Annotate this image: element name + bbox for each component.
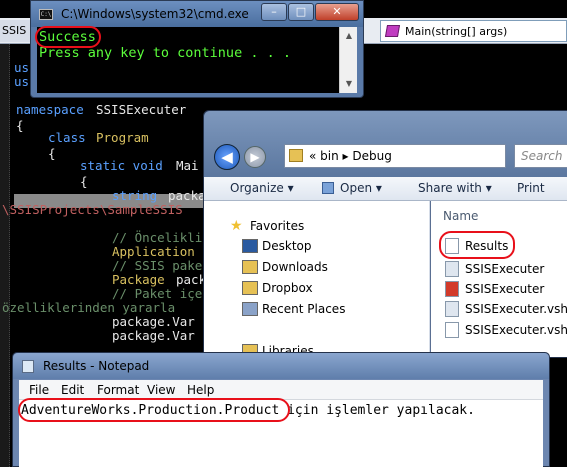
nav-item-label: Downloads — [262, 260, 328, 274]
navigation-pane: ★ Favorites Desktop Downloads Dropbox Recent … — [204, 201, 430, 358]
file-icon — [445, 281, 459, 297]
nav-item-favorites[interactable]: ★ Favorites — [230, 219, 305, 233]
nav-item-dropbox[interactable]: Dropbox — [242, 281, 313, 295]
console-icon: C:\ — [39, 9, 53, 20]
code-token: Mai — [176, 158, 199, 173]
explorer-window: ◀ ▶ « bin ▸ Debug Search D Organize ▾ Op… — [203, 110, 567, 358]
file-icon — [445, 322, 459, 338]
code-token: package.Var — [112, 328, 195, 343]
star-icon: ★ — [230, 218, 243, 234]
menu-format[interactable]: Format — [97, 383, 139, 397]
file-item[interactable]: SSISExecuter — [445, 281, 545, 297]
close-button[interactable]: ✕ — [315, 3, 359, 21]
file-icon — [445, 261, 459, 277]
code-token: { — [80, 174, 88, 189]
editor-gutter — [0, 44, 10, 467]
address-path-text: « bin ▸ Debug — [309, 149, 392, 163]
nav-item-label: Dropbox — [262, 281, 313, 295]
file-item[interactable]: SSISExecuter — [445, 261, 545, 277]
content-highlight-ring — [18, 398, 290, 422]
back-arrow-icon[interactable]: ◀ — [214, 144, 240, 170]
nav-item-recent-places[interactable]: Recent Places — [242, 302, 346, 316]
success-highlight-ring — [35, 26, 101, 48]
nav-item-label: Recent Places — [262, 302, 346, 316]
organize-button[interactable]: Organize ▾ — [230, 181, 294, 195]
forward-arrow-icon[interactable]: ▶ — [244, 146, 266, 168]
folder-icon — [242, 281, 258, 295]
code-token: { — [16, 118, 24, 133]
notepad-title: Results - Notepad — [43, 359, 150, 373]
open-button[interactable]: Open ▾ — [322, 181, 382, 195]
method-dropdown-label: Main(string[] args) — [405, 25, 508, 38]
nav-item-desktop[interactable]: Desktop — [242, 239, 312, 253]
desktop-icon — [242, 239, 258, 253]
code-token: { — [48, 146, 56, 161]
nav-item-label: Desktop — [262, 239, 312, 253]
maximize-button[interactable]: □ — [288, 3, 314, 21]
file-label: SSISExecuter — [465, 262, 545, 276]
minimize-button[interactable]: – — [261, 3, 287, 21]
nav-item-label: Favorites — [250, 219, 305, 233]
menu-file[interactable]: File — [29, 383, 49, 397]
code-token: us — [14, 74, 30, 89]
print-button[interactable]: Print — [517, 181, 545, 195]
method-icon — [384, 25, 401, 37]
scroll-down-icon[interactable]: ▼ — [343, 79, 355, 89]
file-item[interactable]: SSISExecuter.vshost — [445, 322, 567, 338]
nav-item-downloads[interactable]: Downloads — [242, 260, 328, 274]
code-token: \SSISProjects\SampleSSIS — [2, 202, 183, 217]
file-item[interactable]: SSISExecuter.vshost — [445, 301, 567, 317]
folder-icon — [242, 260, 258, 274]
cmd-title-bar[interactable]: C:\ C:\Windows\system32\cmd.exe – □ ✕ — [31, 1, 363, 27]
scroll-up-icon[interactable]: ▲ — [343, 31, 355, 41]
notepad-title-bar[interactable]: Results - Notepad — [13, 353, 549, 379]
menu-help[interactable]: Help — [187, 383, 214, 397]
file-list: Name Results SSISExecuter SSISExecuter SSIS… — [431, 201, 567, 357]
file-label: SSISExecuter.vshost — [465, 302, 567, 316]
code-token: SSISExecuter — [96, 102, 187, 117]
folder-icon — [289, 149, 303, 162]
notepad-icon — [22, 360, 34, 373]
code-token: Program — [96, 130, 149, 145]
console-scrollbar[interactable]: ▲ ▼ — [339, 27, 357, 93]
cmd-title: C:\Windows\system32\cmd.exe — [61, 7, 249, 21]
code-token: static void — [80, 158, 171, 173]
file-icon — [445, 301, 459, 317]
search-input[interactable]: Search D — [514, 144, 567, 168]
notepad-menu-bar: File Edit Format View Help — [19, 380, 543, 400]
menu-edit[interactable]: Edit — [61, 383, 84, 397]
file-label: SSISExecuter.vshost — [465, 323, 567, 337]
file-label: SSISExecuter — [465, 282, 545, 296]
menu-view[interactable]: View — [147, 383, 175, 397]
open-label: Open ▾ — [340, 181, 382, 195]
share-with-button[interactable]: Share with ▾ — [418, 181, 492, 195]
explorer-address-bar: ◀ ▶ « bin ▸ Debug Search D — [204, 111, 567, 177]
method-dropdown[interactable]: Main(string[] args) — [380, 20, 567, 42]
open-icon — [322, 182, 334, 194]
code-token: class — [48, 130, 94, 145]
cmd-window: C:\ C:\Windows\system32\cmd.exe – □ ✕ Su… — [30, 0, 364, 98]
explorer-toolbar: Organize ▾ Open ▾ Share with ▾ Print — [204, 177, 567, 201]
results-highlight-ring — [439, 231, 515, 259]
recent-places-icon — [242, 302, 258, 316]
code-token: namespace — [16, 102, 92, 117]
address-path-input[interactable]: « bin ▸ Debug — [284, 144, 506, 168]
name-column-header[interactable]: Name — [443, 209, 478, 223]
